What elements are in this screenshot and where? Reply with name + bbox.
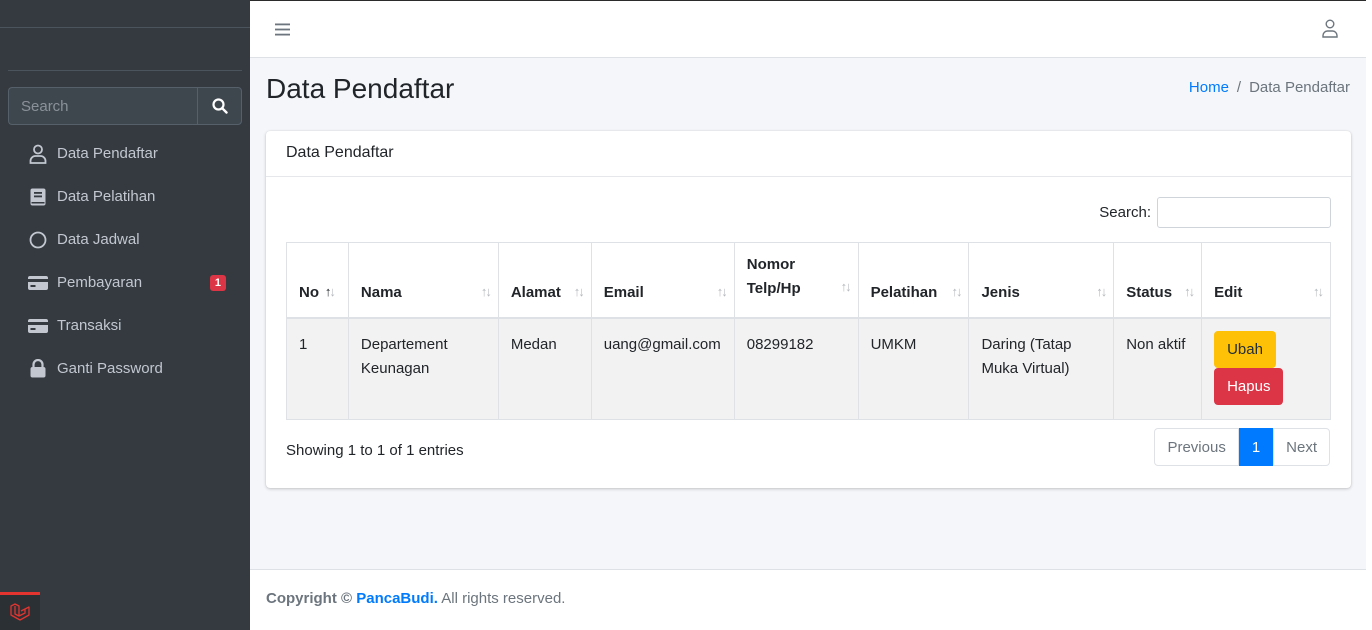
sort-icon: ↑↓ <box>716 283 728 299</box>
cell-edit: Ubah Hapus <box>1201 317 1331 420</box>
sidebar-item-label: Pembayaran <box>57 274 143 291</box>
menu-toggle-button[interactable] <box>272 19 292 39</box>
search-icon <box>211 98 228 114</box>
sidebar-search-button[interactable] <box>197 87 242 125</box>
sidebar-nav: Data Pendaftar Data Pelatihan Data Jadwa… <box>8 132 242 390</box>
circle-icon <box>28 230 48 250</box>
footer-copyright: Copyright © <box>266 590 353 607</box>
data-table: No ↑↓ Nama ↑↓ Alamat ↑↓ Email ↑↓ Nomor Telp/… <box>286 242 1331 420</box>
cell-telp: 08299182 <box>733 317 859 420</box>
sort-icon: ↑↓ <box>951 283 962 299</box>
sidebar-search <box>8 87 242 125</box>
column-header-nama[interactable]: Nama ↑↓ <box>347 242 499 319</box>
footer-brand-link[interactable]: PancaBudi. <box>356 590 438 607</box>
table-search-input[interactable] <box>1157 197 1331 228</box>
breadcrumb-current: Data Pendaftar <box>1249 79 1350 96</box>
breadcrumb-home-link[interactable]: Home <box>1189 79 1229 96</box>
user-menu-button[interactable] <box>1322 19 1342 39</box>
column-header-email[interactable]: Email ↑↓ <box>590 242 735 319</box>
notification-badge: 1 <box>209 275 226 291</box>
footer: Copyright © PancaBudi. All rights reserv… <box>250 569 1372 630</box>
column-header-edit[interactable]: Edit ↑↓ <box>1201 242 1331 319</box>
cell-nama: Departement Keunagan <box>347 317 499 420</box>
breadcrumb-separator: / <box>1236 79 1242 96</box>
column-header-no[interactable]: No ↑↓ <box>286 242 349 319</box>
sort-icon: ↑↓ <box>480 283 492 299</box>
delete-button[interactable]: Hapus <box>1214 367 1284 405</box>
user-icon <box>28 144 48 164</box>
sort-icon: ↑↓ <box>1313 283 1324 299</box>
sidebar-search-input[interactable] <box>8 87 197 125</box>
cell-pelatihan: UMKM <box>857 317 970 420</box>
sidebar-item-data-pelatihan[interactable]: Data Pelatihan <box>8 175 242 218</box>
sort-asc-icon: ↑↓ <box>324 283 336 299</box>
sidebar-item-transaksi[interactable]: Transaksi <box>8 304 242 347</box>
edit-button[interactable]: Ubah <box>1214 330 1276 368</box>
pagination-page-1[interactable]: 1 <box>1238 428 1274 466</box>
sidebar-item-data-jadwal[interactable]: Data Jadwal <box>8 218 242 261</box>
pagination-previous[interactable]: Previous <box>1154 428 1239 466</box>
sidebar-item-label: Ganti Password <box>57 360 163 377</box>
card-title: Data Pendaftar <box>266 131 1351 177</box>
lock-icon <box>28 359 48 379</box>
sidebar-item-label: Data Pelatihan <box>57 188 156 205</box>
laravel-logo <box>0 592 40 630</box>
column-header-alamat[interactable]: Alamat ↑↓ <box>497 242 592 319</box>
user-icon <box>1322 19 1338 38</box>
sort-icon: ↑↓ <box>1096 283 1107 299</box>
data-card: Data Pendaftar Search: No ↑↓ Nama ↑↓ Alama… <box>266 131 1351 488</box>
cell-alamat: Medan <box>497 317 592 420</box>
column-header-status[interactable]: Status ↑↓ <box>1113 242 1203 319</box>
credit-card-icon <box>28 316 48 336</box>
breadcrumb: Home / Data Pendaftar <box>1189 79 1350 96</box>
pagination-next[interactable]: Next <box>1273 428 1330 466</box>
footer-rights: All rights reserved. <box>441 590 566 607</box>
pagination: Previous 1 Next <box>1154 428 1330 466</box>
sidebar-item-label: Transaksi <box>57 317 122 334</box>
hamburger-icon <box>274 23 290 35</box>
cell-email: uang@gmail.com <box>590 317 735 420</box>
sidebar-brand <box>8 28 242 71</box>
sidebar-item-label: Data Jadwal <box>57 231 140 248</box>
cell-status: Non aktif <box>1113 317 1203 420</box>
sort-icon: ↑↓ <box>840 278 852 294</box>
window-edge <box>1366 0 1372 630</box>
sidebar-item-data-pendaftar[interactable]: Data Pendaftar <box>8 132 242 175</box>
book-icon <box>28 187 48 207</box>
sidebar: Data Pendaftar Data Pelatihan Data Jadwa… <box>0 0 250 630</box>
sort-icon: ↑↓ <box>1184 283 1195 299</box>
column-header-telp[interactable]: Nomor Telp/Hp ↑↓ <box>733 242 859 319</box>
credit-card-icon <box>28 273 48 293</box>
sidebar-item-pembayaran[interactable]: Pembayaran 1 <box>8 261 242 304</box>
table-header-row: No ↑↓ Nama ↑↓ Alamat ↑↓ Email ↑↓ Nomor Telp/… <box>286 242 1331 319</box>
laravel-icon <box>10 602 30 621</box>
table-search: Search: <box>1099 197 1331 228</box>
column-header-jenis[interactable]: Jenis ↑↓ <box>968 242 1115 319</box>
column-header-pelatihan[interactable]: Pelatihan ↑↓ <box>857 242 970 319</box>
page-title: Data Pendaftar <box>266 73 455 104</box>
sort-icon: ↑↓ <box>573 283 585 299</box>
table-info: Showing 1 to 1 of 1 entries <box>286 442 464 459</box>
table-row: 1 Departement Keunagan Medan uang@gmail.… <box>286 317 1331 420</box>
cell-jenis: Daring (Tatap Muka Virtual) <box>968 317 1115 420</box>
sidebar-top <box>0 0 250 28</box>
cell-no: 1 <box>286 317 349 420</box>
sidebar-item-ganti-password[interactable]: Ganti Password <box>8 347 242 390</box>
top-navbar <box>250 0 1372 58</box>
table-search-label: Search: <box>1099 204 1151 221</box>
sidebar-item-label: Data Pendaftar <box>57 145 158 162</box>
